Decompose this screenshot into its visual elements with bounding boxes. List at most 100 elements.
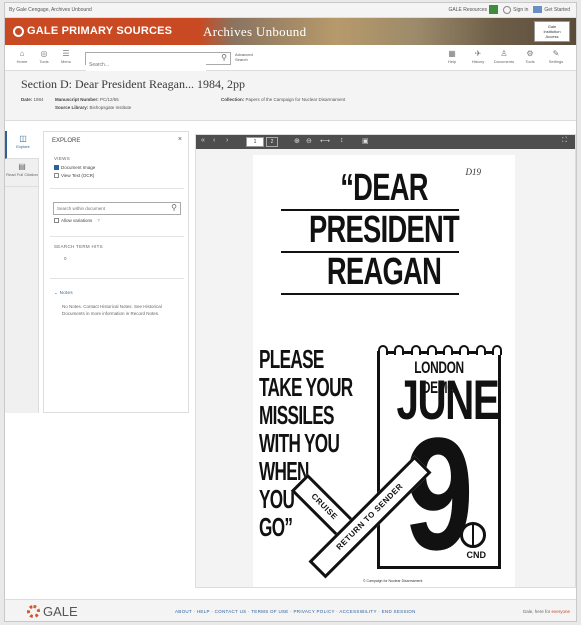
next-page-icon[interactable]: › (226, 137, 228, 144)
utility-left-text: By Gale Cengage, Archives Unbound (9, 7, 92, 13)
document-viewer: « ‹ › 1 2 ⊕ ⊖ ⟷ ↕ ▣ ⛶ D19 “DEAR PRESIDEN… (195, 134, 576, 588)
gale-resources-label: GALE Resources (448, 6, 488, 13)
source-value: Bishopsgate Institute (89, 105, 132, 110)
page-footer: GALE ABOUT · HELP · CONTACT US · TERMS O… (5, 599, 576, 621)
divider (50, 188, 184, 189)
checkbox-checked-icon (54, 165, 59, 170)
advanced-search-link[interactable]: Advanced Search (235, 52, 257, 62)
menu-label: Menu (60, 59, 71, 64)
collection-label: Collection: (221, 97, 245, 102)
manuscript-label: Manuscript Number: (55, 97, 99, 102)
view-option-label: View Text (OCR) (61, 173, 95, 178)
poster-slogan-line: TAKE YOUR (259, 372, 353, 402)
tagline-highlight: everyone (551, 609, 570, 614)
product-banner: GALE PRIMARY SOURCES Archives Unbound Ga… (5, 18, 576, 45)
previous-page-icon[interactable]: ‹ (213, 137, 215, 144)
zoom-out-icon[interactable]: ⊖ (306, 137, 312, 145)
fullscreen-icon[interactable]: ⛶ (562, 137, 567, 145)
tools-right-button[interactable]: ⚙ Tools (519, 49, 541, 64)
fit-width-icon[interactable]: ⟷ (320, 137, 330, 145)
document-date: Date: 1984 (21, 97, 44, 103)
fit-height-icon[interactable]: ↕ (340, 137, 344, 144)
date-label: Date: (21, 97, 33, 102)
tools-button[interactable]: ◎ Tools (35, 49, 53, 64)
allow-variations-label: Allow variations (61, 218, 93, 223)
sign-in-label: Sign in (513, 6, 529, 13)
utility-bar: By Gale Cengage, Archives Unbound GALE R… (5, 3, 576, 18)
source-label: Source Library: (55, 105, 89, 110)
documents-button[interactable]: ♙ Documents (493, 49, 515, 64)
help-button[interactable]: ▦ Help (441, 49, 463, 64)
poster-heading-line: “DEAR (340, 167, 428, 209)
search-icon[interactable]: ⚲ (171, 203, 177, 212)
menu-icon: ☰ (62, 49, 70, 58)
search-icon[interactable]: ⚲ (221, 53, 227, 62)
footer-links[interactable]: ABOUT · HELP · CONTACT US · TERMS OF USE… (175, 609, 416, 614)
tab-full-citation[interactable]: ▤ Read Full Citation (5, 159, 39, 187)
tab-explore-label: Explore (16, 144, 30, 149)
brand-label: GALE PRIMARY SOURCES (27, 25, 173, 37)
tab-explore[interactable]: ◫ Explore (5, 131, 39, 159)
notes-toggle[interactable]: ⌄ Notes (54, 290, 73, 296)
first-page-icon[interactable]: « (201, 137, 205, 144)
document-header: Section D: Dear President Reagan... 1984… (5, 71, 576, 121)
document-collection: Collection: Papers of the Campaign for N… (221, 97, 561, 103)
home-button[interactable]: ⌂ Home (13, 49, 31, 64)
poster-slogan-line: WITH YOU (259, 428, 340, 458)
institution-logo: Gale Institution Access (534, 21, 570, 42)
menu-button[interactable]: ☰ Menu (57, 49, 75, 64)
help-icon: ▦ (448, 49, 456, 58)
browse-icon: ◎ (40, 49, 48, 58)
info-icon[interactable]: ? (97, 218, 100, 223)
chevron-down-icon: ⌄ (54, 290, 59, 295)
search-term-hits-label: SEARCH TERM HITS (54, 244, 103, 249)
explore-icon: ◫ (19, 134, 27, 143)
explore-panel: EXPLORE × VIEWS Document Image View Text… (43, 131, 189, 413)
gale-resources-link[interactable]: GALE Resources (448, 5, 499, 14)
home-icon: ⌂ (19, 49, 25, 58)
settings-label: Settings (548, 59, 564, 64)
footer-logo[interactable]: GALE (27, 604, 78, 619)
documents-label: Documents (493, 59, 515, 64)
search-input[interactable] (86, 59, 206, 71)
history-button[interactable]: ✈ History (467, 49, 489, 64)
poster-heading-line: REAGAN (326, 251, 442, 293)
views-label: VIEWS (54, 156, 71, 161)
help-label: Help (447, 59, 457, 64)
ticket-edge (378, 345, 502, 355)
view-text-ocr-option[interactable]: View Text (OCR) (54, 173, 94, 178)
notes-text: No Notes. Contact Historical Notes. See … (62, 304, 162, 316)
history-icon: ✈ (474, 49, 482, 58)
get-started-link[interactable]: Get Started (533, 6, 570, 13)
basic-search: ⚲ (85, 52, 231, 71)
page-number-input[interactable]: 1 (246, 137, 264, 147)
account-icon (503, 5, 512, 14)
poster-slogan-line: PLEASE (259, 344, 324, 374)
viewer-toolbar: « ‹ › 1 2 ⊕ ⊖ ⟷ ↕ ▣ ⛶ (196, 135, 575, 149)
sign-in-link[interactable]: Sign in (503, 5, 529, 14)
fulltext-icon: ▤ (18, 162, 26, 171)
documents-icon: ♙ (500, 49, 508, 58)
close-icon[interactable]: × (178, 136, 182, 143)
resources-icon (489, 5, 499, 14)
search-within-input[interactable] (54, 203, 164, 214)
allow-variations-option[interactable]: Allow variations ? (54, 218, 100, 223)
manuscript-value: PC/12/55 (100, 97, 119, 102)
tool-rail: ◫ Explore ▤ Read Full Citation (5, 131, 39, 413)
image-options-icon[interactable]: ▣ (362, 137, 369, 145)
main-toolbar: ⌂ Home ◎ Tools ☰ Menu ⚲ Advanced Search … (5, 45, 576, 71)
document-title: Section D: Dear President Reagan... 1984… (21, 77, 245, 91)
poster-slogan-line: GO” (259, 512, 293, 542)
search-term-hits-value: 0 (64, 256, 67, 261)
gale-primary-sources-logo[interactable]: GALE PRIMARY SOURCES (13, 25, 172, 37)
document-manuscript: Manuscript Number: PC/12/55 (55, 97, 119, 103)
zoom-in-icon[interactable]: ⊕ (294, 137, 300, 145)
tools-label: Tools (39, 59, 49, 64)
settings-button[interactable]: ✎ Settings (545, 49, 567, 64)
poster-rule (281, 293, 459, 295)
view-document-image-option[interactable]: Document Image (54, 165, 95, 170)
demo-ticket: LONDON DEMO JUNE 9 CND (377, 345, 502, 574)
collection-value[interactable]: Papers of the Campaign for Nuclear Disar… (246, 97, 346, 102)
tools-icon: ⚙ (526, 49, 534, 58)
explore-title: EXPLORE (52, 138, 81, 144)
